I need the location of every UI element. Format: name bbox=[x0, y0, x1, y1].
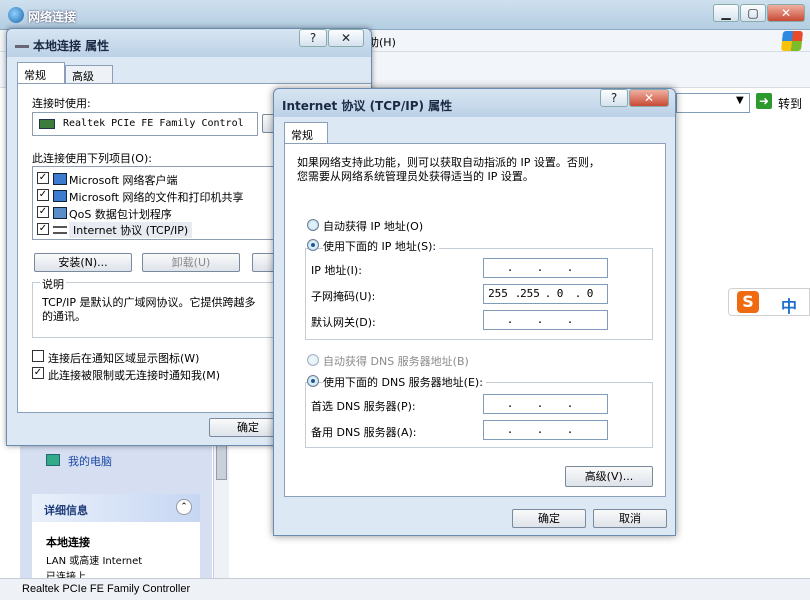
status-bar: Realtek PCIe FE Family Controller bbox=[0, 578, 810, 600]
computer-icon bbox=[46, 454, 60, 466]
tcpip-close-button[interactable]: ✕ bbox=[629, 89, 669, 107]
notify-checkbox[interactable]: ✓ bbox=[32, 367, 44, 379]
item-checkbox[interactable]: ✓ bbox=[37, 189, 49, 201]
status-text: Realtek PCIe FE Family Controller bbox=[22, 583, 191, 595]
alternate-dns-label: 备用 DNS 服务器(A): bbox=[311, 426, 417, 439]
menu-help[interactable]: 助(H) bbox=[368, 34, 396, 50]
props-title: 本地连接 属性 bbox=[33, 39, 110, 53]
uninstall-button[interactable]: 卸载(U) bbox=[142, 253, 240, 272]
ip-address-field[interactable]: ... bbox=[483, 258, 608, 278]
tcpip-help-button[interactable]: ? bbox=[600, 89, 628, 107]
preferred-dns-field[interactable]: ... bbox=[483, 394, 608, 414]
windows-logo-icon bbox=[780, 31, 804, 51]
connect-using-label: 连接时使用: bbox=[32, 97, 91, 110]
adapter-box: Realtek PCIe FE Family Control bbox=[32, 112, 258, 136]
item-label: Microsoft 网络的文件和打印机共享 bbox=[69, 191, 244, 204]
manual-ip-radio[interactable] bbox=[307, 239, 319, 251]
gateway-field[interactable]: ... bbox=[483, 310, 608, 330]
client-icon bbox=[53, 173, 67, 185]
tcpip-tab-panel: 如果网络支持此功能，则可以获取自动指派的 IP 设置。否则， 您需要从网络系统管… bbox=[284, 143, 666, 497]
network-adapter-icon bbox=[15, 38, 29, 48]
details-header[interactable]: 详细信息 ⌃ bbox=[32, 494, 200, 522]
go-button[interactable]: 转到 bbox=[778, 95, 802, 112]
mask-octet-4: 0 bbox=[586, 287, 594, 300]
protocol-icon bbox=[53, 226, 67, 234]
auto-ip-radio[interactable] bbox=[307, 219, 319, 231]
tcpip-ok-button[interactable]: 确定 bbox=[512, 509, 586, 528]
alternate-dns-field[interactable]: ... bbox=[483, 420, 608, 440]
details-panel: 详细信息 ⌃ 本地连接 LAN 或高速 Internet 已连接上 bbox=[32, 494, 200, 583]
tcpip-tab-general[interactable]: 常规 bbox=[284, 122, 328, 144]
address-dropdown-arrow-icon[interactable]: ▼ bbox=[736, 95, 744, 106]
tcpip-dialog: Internet 协议 (TCP/IP) 属性 ? ✕ 常规 如果网络支持此功能… bbox=[273, 88, 676, 536]
gateway-label: 默认网关(D): bbox=[311, 316, 376, 329]
tcpip-titlebar: Internet 协议 (TCP/IP) 属性 ? ✕ bbox=[274, 89, 675, 117]
sogou-logo-icon: S bbox=[737, 291, 759, 313]
show-icon-checkbox[interactable] bbox=[32, 350, 44, 362]
manual-ip-label: 使用下面的 IP 地址(S): bbox=[323, 238, 440, 254]
tcpip-cancel-button[interactable]: 取消 bbox=[593, 509, 667, 528]
install-button[interactable]: 安装(N)... bbox=[34, 253, 132, 272]
ip-address-label: IP 地址(I): bbox=[311, 264, 362, 277]
side-panel: 我的电脑 详细信息 ⌃ 本地连接 LAN 或高速 Internet 已连接上 bbox=[20, 430, 212, 583]
props-help-button[interactable]: ? bbox=[299, 29, 327, 47]
preferred-dns-label: 首选 DNS 服务器(P): bbox=[311, 400, 416, 413]
close-button[interactable]: ✕ bbox=[767, 4, 805, 22]
description-label: 说明 bbox=[40, 276, 66, 292]
item-checkbox[interactable]: ✓ bbox=[37, 206, 49, 218]
file-share-icon bbox=[53, 190, 67, 202]
show-icon-label: 连接后在通知区域显示图标(W) bbox=[48, 352, 200, 365]
notify-label: 此连接被限制或无连接时通知我(M) bbox=[48, 369, 221, 382]
auto-dns-label: 自动获得 DNS 服务器地址(B) bbox=[323, 355, 469, 368]
manual-dns-label: 使用下面的 DNS 服务器地址(E): bbox=[323, 374, 486, 390]
ime-bar[interactable]: S 中 bbox=[728, 288, 810, 316]
props-titlebar: 本地连接 属性 ? ✕ bbox=[7, 29, 371, 57]
props-close-button[interactable]: ✕ bbox=[328, 29, 364, 47]
item-checkbox[interactable]: ✓ bbox=[37, 223, 49, 235]
items-label: 此连接使用下列项目(O): bbox=[32, 152, 152, 165]
description-text-2: 的通讯。 bbox=[42, 310, 86, 323]
props-tab-advanced[interactable]: 高级 bbox=[65, 65, 113, 84]
qos-icon bbox=[53, 207, 67, 219]
subnet-mask-label: 子网掩码(U): bbox=[311, 290, 376, 303]
props-tab-general[interactable]: 常规 bbox=[17, 62, 65, 84]
adapter-name: Realtek PCIe FE Family Control bbox=[63, 118, 244, 129]
scroll-thumb[interactable] bbox=[216, 440, 227, 480]
item-label: Internet 协议 (TCP/IP) bbox=[69, 222, 193, 238]
go-arrow-icon[interactable]: ➜ bbox=[756, 93, 772, 109]
details-title: 详细信息 bbox=[44, 504, 88, 517]
auto-ip-label: 自动获得 IP 地址(O) bbox=[323, 220, 424, 233]
auto-dns-radio[interactable] bbox=[307, 354, 319, 366]
minimize-button[interactable]: ▁ bbox=[713, 4, 739, 22]
detail-lan-desc: LAN 或高速 Internet bbox=[46, 556, 143, 567]
detail-local-conn: 本地连接 bbox=[46, 536, 90, 549]
maximize-button[interactable]: ▢ bbox=[740, 4, 766, 22]
network-icon bbox=[8, 7, 24, 23]
side-scrollbar[interactable] bbox=[213, 430, 229, 578]
collapse-chevron-icon[interactable]: ⌃ bbox=[176, 499, 192, 515]
main-titlebar: 网络连接 ▁ ▢ ✕ bbox=[0, 0, 810, 30]
subnet-mask-field[interactable]: 255 . 255 . 0 . 0 bbox=[483, 284, 608, 304]
ime-lang[interactable]: 中 bbox=[781, 293, 797, 317]
intro-text-2: 您需要从网络系统管理员处获得适当的 IP 设置。 bbox=[297, 170, 534, 183]
side-my-computer[interactable]: 我的电脑 bbox=[68, 453, 112, 469]
manual-dns-radio[interactable] bbox=[307, 375, 319, 387]
item-label: Microsoft 网络客户端 bbox=[69, 174, 178, 187]
advanced-button[interactable]: 高级(V)... bbox=[565, 466, 653, 487]
adapter-card-icon bbox=[39, 119, 55, 129]
item-checkbox[interactable]: ✓ bbox=[37, 172, 49, 184]
main-window-title: 网络连接 bbox=[28, 10, 77, 24]
tcpip-title: Internet 协议 (TCP/IP) 属性 bbox=[282, 99, 453, 113]
item-label: QoS 数据包计划程序 bbox=[69, 208, 172, 221]
